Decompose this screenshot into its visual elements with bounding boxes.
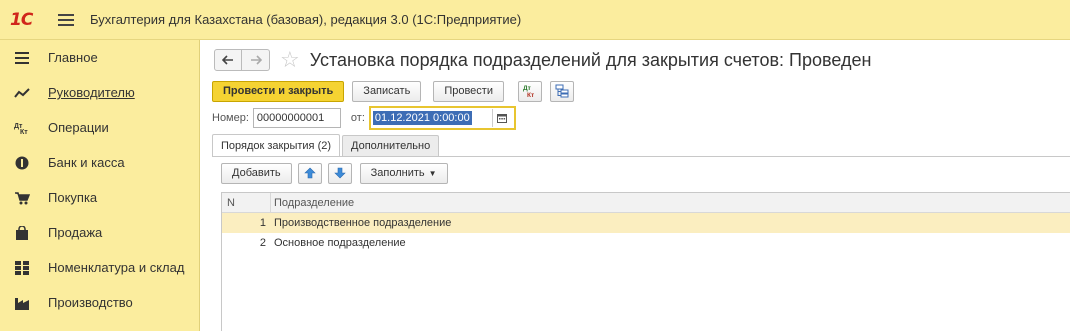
table-row[interactable]: 1 Производственное подразделение	[222, 213, 1070, 233]
grid-icon	[12, 260, 32, 276]
star-icon[interactable]: ☆	[280, 49, 300, 71]
add-button[interactable]: Добавить	[221, 162, 292, 184]
hierarchy-icon	[555, 84, 569, 98]
logo-text: 1С	[10, 9, 33, 30]
table-toolbar: Добавить Заполнить ▼	[221, 162, 448, 184]
coin-icon	[12, 155, 32, 171]
arrow-left-icon	[222, 55, 233, 65]
post-button[interactable]: Провести	[433, 80, 504, 102]
form-toolbar: Провести и закрыть Записать Провести Дт К…	[212, 80, 574, 102]
sidebar-item-manager[interactable]: Руководителю	[0, 75, 199, 110]
chart-line-icon	[12, 85, 32, 101]
fill-button-label: Заполнить	[370, 167, 425, 179]
closing-order-table: N Подразделение 1 Производственное подра…	[221, 192, 1070, 331]
sidebar-item-bank[interactable]: Банк и касса	[0, 145, 199, 180]
cart-icon	[12, 190, 32, 206]
back-button[interactable]	[214, 49, 242, 71]
tab-divider	[212, 156, 1070, 157]
dt-kt-icon: ДтКт	[12, 120, 32, 136]
sidebar-item-label: Номенклатура и склад	[48, 260, 185, 275]
sidebar-item-label: Банк и касса	[48, 155, 125, 170]
number-field[interactable]: 00000000001	[252, 108, 341, 128]
sidebar: Главное Руководителю Дт Кт Операции Банк …	[0, 40, 200, 331]
title-row: ☆ Установка порядка подразделений для за…	[214, 47, 871, 73]
arrow-up-icon	[303, 167, 316, 179]
arrow-right-icon	[250, 55, 262, 65]
forward-button[interactable]	[242, 49, 270, 71]
header-fields: Номер: 00000000001 от: 01.12.2021 0:00:0…	[212, 106, 516, 130]
top-bar: 1С Бухгалтерия для Казахстана (базовая),…	[0, 0, 1070, 40]
move-down-button[interactable]	[327, 162, 352, 184]
chevron-down-icon: ▼	[428, 168, 437, 178]
calendar-icon	[497, 114, 508, 123]
column-header-n[interactable]: N	[222, 192, 271, 213]
sidebar-item-inventory[interactable]: Номенклатура и склад	[0, 250, 199, 285]
sidebar-item-operations[interactable]: Дт Кт Операции	[0, 110, 199, 145]
svg-text:Кт: Кт	[20, 129, 28, 135]
calendar-button[interactable]	[491, 109, 512, 127]
tab-additional[interactable]: Дополнительно	[342, 135, 440, 156]
column-header-department[interactable]: Подразделение	[271, 193, 354, 213]
dt-kt-movements-button[interactable]: Дт Кт	[517, 80, 542, 102]
sidebar-item-label: Операции	[48, 120, 109, 135]
tab-bar: Порядок закрытия (2) Дополнительно	[212, 134, 440, 156]
date-value: 01.12.2021 0:00:00	[372, 111, 472, 125]
number-label: Номер:	[212, 112, 249, 124]
post-and-close-button[interactable]: Провести и закрыть	[212, 80, 345, 102]
app-title: Бухгалтерия для Казахстана (базовая), ре…	[90, 12, 522, 27]
document-form: ☆ Установка порядка подразделений для за…	[200, 40, 1070, 331]
sidebar-item-production[interactable]: Производство	[0, 285, 199, 320]
svg-text:Кт: Кт	[527, 92, 534, 98]
sidebar-item-label: Руководителю	[48, 85, 135, 100]
row-department: Производственное подразделение	[274, 217, 452, 229]
save-button[interactable]: Записать	[352, 80, 422, 102]
sidebar-item-label: Продажа	[48, 225, 103, 240]
row-number: 1	[259, 217, 266, 229]
row-number: 2	[259, 237, 266, 249]
arrow-down-icon	[333, 167, 346, 179]
dt-kt-icon: ДтКт	[523, 85, 534, 98]
sidebar-item-purchase[interactable]: Покупка	[0, 180, 199, 215]
factory-icon	[12, 295, 32, 311]
tab-closing-order[interactable]: Порядок закрытия (2)	[212, 134, 341, 156]
sidebar-item-main[interactable]: Главное	[0, 40, 199, 75]
table-row[interactable]: 2 Основное подразделение	[222, 233, 1070, 253]
app-logo[interactable]: 1С	[10, 10, 44, 30]
bag-icon	[12, 225, 32, 241]
table-header: N Подразделение	[222, 192, 1070, 213]
list-icon	[12, 50, 32, 66]
move-up-button[interactable]	[297, 162, 322, 184]
sidebar-item-label: Производство	[48, 295, 133, 310]
sidebar-item-sales[interactable]: Продажа	[0, 215, 199, 250]
date-field[interactable]: 01.12.2021 0:00:00	[368, 106, 516, 130]
row-department: Основное подразделение	[274, 237, 406, 249]
svg-text:Дт: Дт	[523, 85, 531, 92]
fill-button[interactable]: Заполнить ▼	[359, 162, 448, 184]
date-label: от:	[350, 112, 365, 124]
page-title: Установка порядка подразделений для закр…	[309, 49, 872, 70]
sidebar-item-label: Главное	[48, 50, 98, 65]
sidebar-item-label: Покупка	[48, 190, 98, 205]
menu-icon[interactable]	[58, 13, 74, 26]
structure-button[interactable]	[549, 80, 574, 102]
